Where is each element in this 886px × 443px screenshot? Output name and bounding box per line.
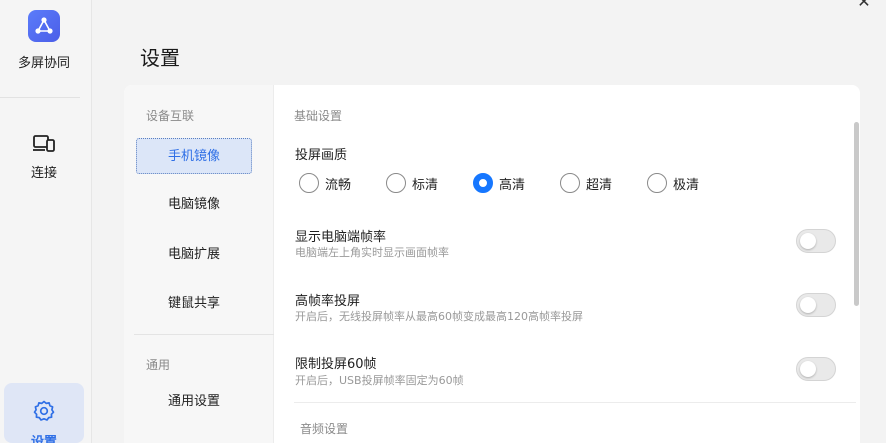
content-divider: [294, 402, 856, 403]
settings-content: 基础设置 投屏画质 流畅 标清 高清 超清 极清 显示电脑端帧率 电脑端左上角实…: [274, 85, 860, 443]
gear-icon: [32, 399, 56, 427]
limit-60fps-toggle[interactable]: [796, 357, 836, 381]
subnav-item-phone-mirror[interactable]: 手机镜像: [136, 138, 252, 174]
radio-circle: [560, 173, 580, 193]
radio-label: 极清: [673, 177, 700, 193]
basic-settings-header: 基础设置: [294, 109, 343, 123]
subnav-section-general: 通用: [146, 358, 171, 372]
radio-hd[interactable]: 高清: [473, 173, 560, 193]
high-fps-title: 高帧率投屏: [295, 294, 361, 309]
show-fps-desc: 电脑端左上角实时显示画面帧率: [295, 246, 449, 259]
app-name: 多屏协同: [17, 56, 70, 71]
quality-title: 投屏画质: [295, 148, 348, 163]
limit-60fps-title: 限制投屏60帧: [295, 357, 377, 372]
radio-label: 标清: [412, 177, 439, 193]
rail-connect-label: 连接: [30, 166, 57, 181]
subnav-item-pc-extend[interactable]: 电脑扩展: [136, 237, 252, 273]
rail-divider: [0, 97, 80, 98]
show-fps-title: 显示电脑端帧率: [295, 230, 387, 245]
limit-60fps-desc: 开启后，USB投屏帧率固定为60帧: [295, 374, 464, 387]
radio-circle: [386, 173, 406, 193]
content-scrollbar[interactable]: [854, 122, 859, 306]
rail-item-connect[interactable]: 连接: [4, 134, 84, 181]
toggle-knob: [800, 233, 816, 249]
toggle-knob: [800, 361, 816, 377]
settings-card: 设备互联 手机镜像 电脑镜像 电脑扩展 键鼠共享 通用 通用设置 基础设置 投屏…: [124, 85, 860, 443]
subnav-divider: [134, 334, 274, 335]
page-title: 设置: [140, 46, 180, 70]
app-logo-icon: [28, 10, 60, 42]
subnav-section-device: 设备互联: [146, 109, 195, 123]
radio-ultra[interactable]: 极清: [647, 173, 734, 193]
settings-subnav: 设备互联 手机镜像 电脑镜像 电脑扩展 键鼠共享 通用 通用设置: [124, 85, 274, 443]
show-fps-toggle[interactable]: [796, 229, 836, 253]
rail-settings-label: 设置: [30, 435, 57, 443]
high-fps-desc: 开启后，无线投屏帧率从最高60帧变成最高120高帧率投屏: [295, 310, 583, 323]
toggle-knob: [800, 297, 816, 313]
radio-circle-checked: [473, 173, 493, 193]
radio-sd[interactable]: 标清: [386, 173, 473, 193]
radio-smooth[interactable]: 流畅: [299, 173, 386, 193]
quality-radio-group: 流畅 标清 高清 超清 极清: [299, 173, 734, 193]
radio-label: 超清: [586, 177, 613, 193]
radio-label: 流畅: [325, 177, 352, 193]
subnav-item-general-settings[interactable]: 通用设置: [136, 384, 252, 420]
close-icon[interactable]: ✕: [856, 0, 872, 10]
devices-icon: [32, 134, 56, 158]
audio-settings-header: 音频设置: [300, 422, 349, 436]
app-rail: 多屏协同 连接 设置: [0, 0, 92, 443]
high-fps-toggle[interactable]: [796, 293, 836, 317]
rail-item-settings[interactable]: 设置: [4, 383, 84, 443]
radio-uhd[interactable]: 超清: [560, 173, 647, 193]
subnav-item-kvm-share[interactable]: 键鼠共享: [136, 286, 252, 322]
radio-label: 高清: [499, 177, 526, 193]
radio-circle: [299, 173, 319, 193]
radio-circle: [647, 173, 667, 193]
subnav-item-pc-mirror[interactable]: 电脑镜像: [136, 187, 252, 223]
